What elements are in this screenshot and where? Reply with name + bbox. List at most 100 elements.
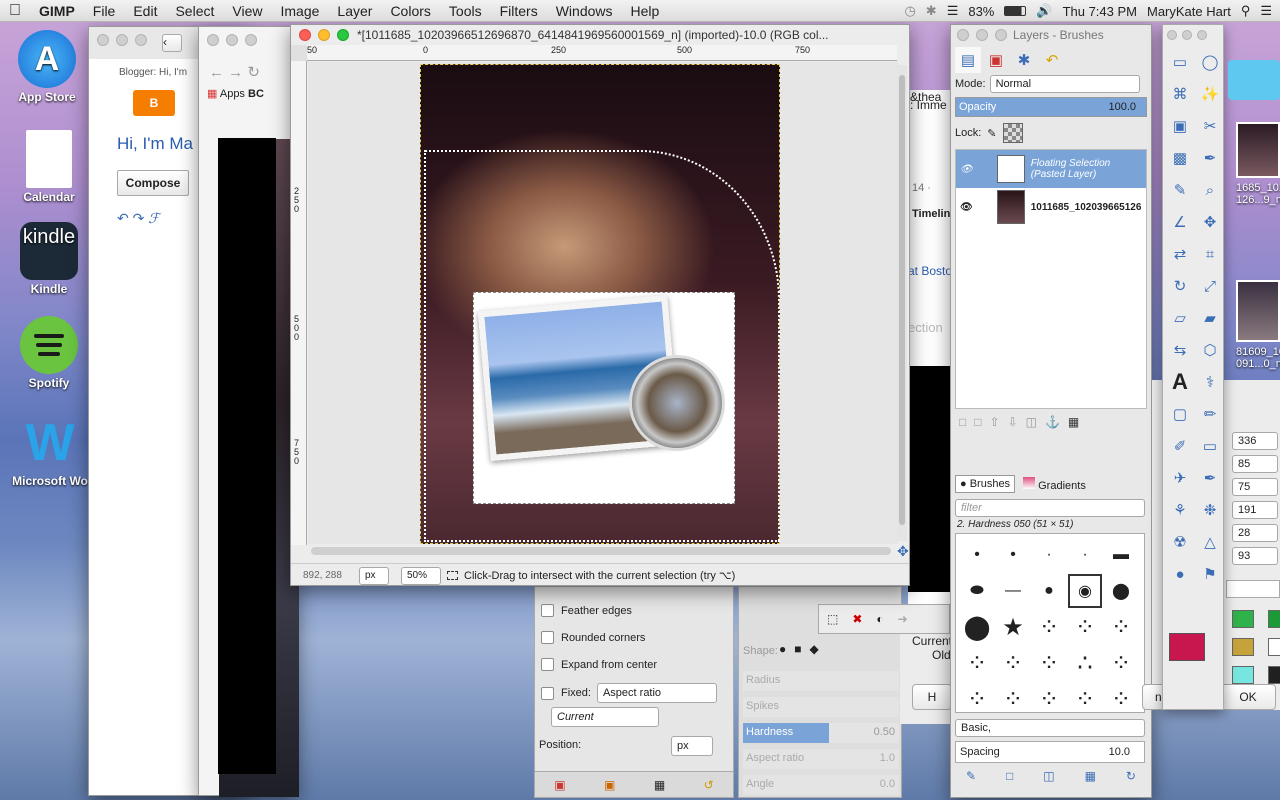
desktop-icon-calendar[interactable]: Calendar — [6, 130, 92, 204]
cancel-icon[interactable]: ✖ — [852, 612, 862, 626]
brush-preset-dropdown[interactable]: Basic, — [955, 719, 1145, 737]
color-value-field[interactable]: 191 — [1232, 501, 1278, 519]
folder-icon[interactable] — [1228, 60, 1280, 100]
brush-cell[interactable]: ⬤ — [960, 610, 994, 644]
apps-bookmark[interactable]: Apps — [220, 88, 245, 100]
heal-tool-icon[interactable]: ⚕ — [1197, 369, 1223, 395]
scale-tool-icon[interactable]: ⤢ — [1197, 273, 1223, 299]
smudge-tool-icon[interactable]: ❉ — [1197, 497, 1223, 523]
notification-center-icon[interactable]: ☰ — [1260, 3, 1272, 19]
fuzzy-select-tool-icon[interactable]: ✨ — [1197, 81, 1223, 107]
move-tool-icon[interactable]: ✥ — [1197, 209, 1223, 235]
menu-layer[interactable]: Layer — [328, 3, 381, 19]
zoom-tool-icon[interactable]: ⌕ — [1197, 177, 1223, 203]
bookmark-bc[interactable]: BC — [248, 88, 264, 100]
fixed-dropdown[interactable]: Aspect ratio — [596, 683, 717, 703]
brush-cell[interactable]: ● — [1032, 574, 1066, 608]
gradients-tab[interactable]: Gradients — [1019, 475, 1090, 494]
brush-cell[interactable]: • — [960, 538, 994, 572]
crop-tool-icon[interactable]: ⌗ — [1197, 241, 1223, 267]
pencil-tool-icon[interactable]: ✏ — [1197, 401, 1223, 427]
duplicate-layer-icon[interactable]: ◫ — [1026, 415, 1037, 429]
brush-cell[interactable]: · — [1068, 538, 1102, 572]
desktop-icon-spotify[interactable]: Spotify — [6, 316, 92, 390]
bluetooth-icon[interactable]: ✱ — [926, 3, 937, 19]
export-icon[interactable]: ➜ — [898, 612, 908, 626]
desktop-icon-kindle[interactable]: kindle Kindle — [6, 222, 92, 296]
restore-icon[interactable]: ▣ — [604, 778, 615, 792]
desktop-icon-app-store[interactable]: A App Store — [4, 30, 90, 104]
palette-swatch[interactable] — [1268, 638, 1280, 656]
color-value-field[interactable]: 93 — [1232, 547, 1278, 565]
palette-swatch[interactable] — [1268, 666, 1280, 684]
color-value-field[interactable]: 336 — [1232, 432, 1278, 450]
file-thumbnail[interactable] — [1236, 122, 1280, 178]
clone-tool-icon[interactable]: ⚘ — [1167, 497, 1193, 523]
burn-tool-icon[interactable]: ⚑ — [1197, 561, 1223, 587]
foreground-select-tool-icon[interactable]: ▩ — [1167, 145, 1193, 171]
brush-cell[interactable]: ◉ — [1068, 574, 1102, 608]
unit-select[interactable]: px — [359, 566, 389, 585]
brush-cell[interactable]: — — [996, 574, 1030, 608]
menu-file[interactable]: File — [84, 3, 125, 19]
raise-layer-icon[interactable]: ⇧ — [990, 415, 1000, 429]
duplicate-brush-icon[interactable]: ◫ — [1043, 769, 1054, 783]
menu-edit[interactable]: Edit — [124, 3, 166, 19]
layer-name[interactable]: 1011685_102039665126 — [1031, 202, 1141, 213]
fixed-checkbox[interactable] — [541, 686, 554, 700]
lower-layer-icon[interactable]: ⇩ — [1008, 415, 1018, 429]
free-select-tool-icon[interactable]: ⌘ — [1167, 81, 1193, 107]
brush-cell[interactable]: ∴ — [1068, 646, 1102, 680]
volume-icon[interactable]: 🔊 — [1036, 3, 1052, 19]
horizontal-scrollbar[interactable] — [311, 547, 891, 555]
lock-pixels-icon[interactable]: ✎ — [987, 127, 996, 140]
ink-tool-icon[interactable]: ✒ — [1197, 465, 1223, 491]
delete-layer-icon[interactable]: ▦ — [1068, 415, 1079, 429]
menu-filters[interactable]: Filters — [491, 3, 547, 19]
menu-view[interactable]: View — [223, 3, 271, 19]
feather-checkbox[interactable] — [541, 604, 554, 618]
paintbrush-tool-icon[interactable]: ✐ — [1167, 433, 1193, 459]
menu-select[interactable]: Select — [166, 3, 223, 19]
battery-icon[interactable] — [1004, 6, 1027, 16]
opacity-slider[interactable]: Opacity 100.0 — [955, 97, 1147, 117]
scissors-tool-icon[interactable]: ✂ — [1197, 113, 1223, 139]
delete-brush-icon[interactable]: ▦ — [1085, 769, 1096, 783]
brush-grid[interactable]: • • · · ▬ ⬬ — ● ◉ ⬤ ⬤ ★ ⁘ ⁘ ⁘ ⁘ ⁘ ⁘ ∴ ⁘ ⁘ ⁘ ⁘ ⁘ ⁘ — [955, 533, 1145, 713]
mode-dropdown[interactable]: Normal — [989, 75, 1140, 93]
brush-cell[interactable]: ⁘ — [996, 682, 1030, 716]
cage-tool-icon[interactable]: ⬡ — [1197, 337, 1223, 363]
selection-icon[interactable]: ⬚ — [827, 612, 838, 626]
brush-filter-input[interactable]: filter — [955, 499, 1145, 517]
floating-selection[interactable] — [473, 292, 735, 504]
menu-help[interactable]: Help — [622, 3, 669, 19]
brush-cell[interactable]: ⁘ — [1032, 610, 1066, 644]
ruler-vertical[interactable]: 250 500 750 — [291, 61, 307, 545]
user-name[interactable]: MaryKate Hart — [1147, 4, 1231, 19]
text-tool-icon[interactable]: A — [1167, 369, 1193, 395]
shape-selector[interactable]: ● ■ ◆ — [779, 642, 819, 656]
image-canvas[interactable] — [308, 62, 898, 544]
brush-cell[interactable]: ▬ — [1104, 538, 1138, 572]
align-tool-icon[interactable]: ⇄ — [1167, 241, 1193, 267]
undo-history-icon[interactable]: ↶ — [1039, 47, 1065, 73]
reset-icon[interactable]: ↺ — [704, 778, 714, 792]
brush-cell[interactable]: ⁘ — [1104, 646, 1138, 680]
navigate-icon[interactable]: ✥ — [897, 543, 909, 560]
color-value-field[interactable]: 85 — [1232, 455, 1278, 473]
app-menu[interactable]: GIMP — [30, 3, 84, 19]
vertical-scrollbar[interactable] — [897, 65, 907, 541]
new-layer-icon[interactable]: □ — [959, 415, 966, 429]
aspect-slider[interactable]: Aspect ratio 1.0 — [743, 749, 899, 769]
help-button[interactable]: H — [912, 684, 952, 710]
eraser-tool-icon[interactable]: ▭ — [1197, 433, 1223, 459]
menu-windows[interactable]: Windows — [547, 3, 622, 19]
spacing-slider[interactable]: Spacing 10.0 — [955, 741, 1145, 763]
brushes-tab[interactable]: ● Brushes — [955, 475, 1016, 493]
spikes-slider[interactable]: Spikes — [743, 697, 899, 717]
wifi-icon[interactable]: ☰ — [947, 3, 959, 19]
paths-tool-icon[interactable]: ✒ — [1197, 145, 1223, 171]
layers-tab-icon[interactable]: ▤ — [955, 47, 981, 73]
menu-tools[interactable]: Tools — [440, 3, 491, 19]
palette-swatch[interactable] — [1232, 666, 1254, 684]
